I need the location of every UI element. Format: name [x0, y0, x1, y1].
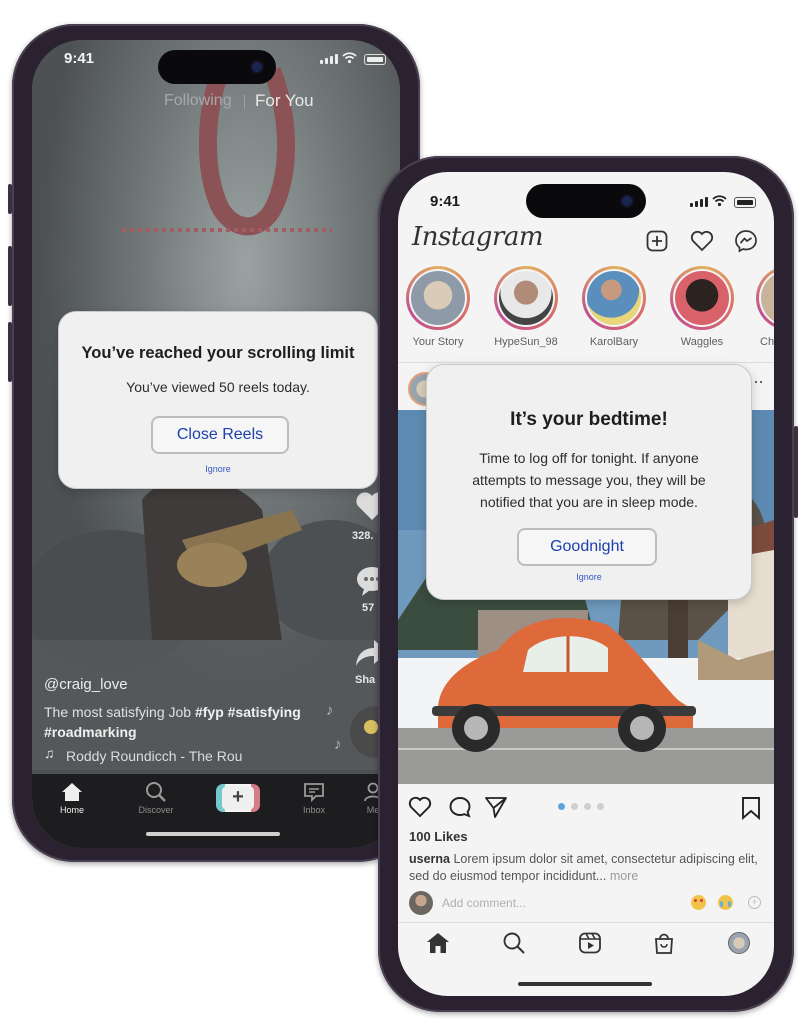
like-count: 328. — [352, 530, 374, 542]
send-icon[interactable] — [484, 796, 508, 818]
tiktok-phone: 9:41 Following For You 328. 57 Sha @crai… — [8, 24, 420, 862]
nav-home[interactable]: Home — [52, 782, 92, 815]
story-avatar — [587, 271, 641, 325]
goodnight-button[interactable]: Goodnight — [517, 528, 657, 566]
stories-divider — [398, 362, 774, 363]
plus-icon: + — [222, 786, 254, 810]
signal-icon — [690, 197, 708, 207]
status-time: 9:41 — [430, 193, 461, 210]
floating-note-icon: ♪ — [326, 702, 334, 719]
search-icon — [146, 782, 166, 802]
carousel-dot — [571, 803, 578, 810]
heart-eyes-emoji-icon[interactable] — [691, 895, 706, 910]
dialog-message: Time to log off for tonight. If anyone a… — [472, 450, 706, 510]
comment-avatar — [409, 891, 433, 915]
story-hypesun[interactable]: HypeSun_98 — [492, 266, 560, 348]
music-title[interactable]: Roddy Roundicch - The Rou — [66, 748, 242, 764]
story-avatar — [499, 271, 553, 325]
dynamic-island — [526, 184, 646, 218]
caption-hashtag-2[interactable]: #roadmarking — [44, 724, 137, 740]
story-avatar — [411, 271, 465, 325]
create-button[interactable]: + — [216, 784, 260, 812]
side-button — [8, 184, 12, 214]
floating-note-icon: ♪ — [334, 736, 342, 753]
side-button — [794, 426, 798, 518]
comment-icon[interactable] — [448, 796, 472, 818]
bedtime-dialog: It’s your bedtime! Time to log off for t… — [426, 364, 752, 600]
ignore-link[interactable]: Ignore — [59, 464, 377, 474]
new-post-icon[interactable] — [646, 230, 668, 252]
carousel-indicator — [558, 803, 604, 810]
home-indicator — [146, 832, 280, 836]
caption-username[interactable]: userna — [409, 852, 450, 866]
video-username[interactable]: @craig_love — [44, 676, 128, 693]
battery-icon — [364, 54, 386, 65]
profile-avatar[interactable] — [728, 932, 750, 954]
nav-inbox[interactable]: Inbox — [294, 782, 334, 815]
caption-text: Lorem ipsum dolor sit amet, consectetur … — [409, 852, 758, 883]
heart-icon[interactable] — [690, 230, 714, 252]
battery-icon — [734, 197, 756, 208]
wifi-icon — [342, 52, 357, 64]
dialog-message: You’ve viewed 50 reels today. — [126, 379, 310, 395]
tab-following[interactable]: Following — [164, 92, 232, 110]
music-note-icon: ♫ — [44, 745, 55, 761]
story-your-story[interactable]: Your Story — [404, 266, 472, 348]
home-indicator — [518, 982, 652, 986]
comment-input[interactable]: Add comment... — [442, 896, 526, 910]
share-label: Sha — [355, 674, 376, 686]
story-avatar — [761, 271, 774, 325]
search-icon[interactable] — [502, 932, 526, 954]
scrolling-limit-dialog: You’ve reached your scrolling limit You’… — [58, 311, 378, 489]
likes-count[interactable]: 100 Likes — [409, 829, 468, 844]
tab-for-you[interactable]: For You — [255, 91, 314, 111]
home-icon[interactable] — [426, 932, 450, 954]
side-button — [8, 322, 12, 382]
tab-divider — [244, 95, 245, 109]
video-caption: The most satisfying Job #fyp #satisfying… — [44, 702, 344, 742]
bookmark-icon[interactable] — [740, 796, 762, 820]
nav-discover[interactable]: Discover — [130, 782, 182, 815]
caption-hashtags[interactable]: #fyp #satisfying — [195, 704, 301, 720]
story-karolbary[interactable]: KarolBary — [580, 266, 648, 348]
tiktok-bottom-nav: Home Discover + Inbox Me — [32, 774, 400, 848]
inbox-icon — [304, 783, 324, 802]
carousel-dot — [558, 803, 565, 810]
messenger-icon[interactable] — [734, 229, 758, 253]
status-time: 9:41 — [64, 50, 95, 67]
ignore-link[interactable]: Ignore — [427, 572, 751, 582]
side-button — [8, 246, 12, 306]
signal-icon — [320, 54, 338, 64]
shop-icon[interactable] — [652, 932, 676, 954]
caption-more-link[interactable]: more — [606, 869, 638, 883]
dialog-title: It’s your bedtime! — [510, 409, 668, 430]
reels-icon[interactable] — [578, 932, 602, 954]
carousel-dot — [584, 803, 591, 810]
instagram-phone: 9:41 Instagram Your Story HypeSun_98 Kar… — [378, 156, 798, 1012]
instagram-logo: Instagram — [412, 222, 544, 252]
comment-count: 57 — [362, 602, 375, 614]
home-icon — [62, 783, 82, 801]
story-waggles[interactable]: Waggles — [668, 266, 736, 348]
dynamic-island — [158, 50, 276, 84]
close-reels-button[interactable]: Close Reels — [151, 416, 289, 454]
story-partial[interactable]: Ch — [754, 266, 774, 348]
story-avatar — [675, 271, 729, 325]
wifi-icon — [712, 195, 727, 207]
add-emoji-icon[interactable]: + — [748, 896, 761, 909]
dialog-title: You’ve reached your scrolling limit — [81, 344, 355, 362]
crying-emoji-icon[interactable] — [718, 895, 733, 910]
like-icon[interactable] — [408, 796, 432, 818]
carousel-dot — [597, 803, 604, 810]
bottom-nav-divider — [398, 922, 774, 923]
caption-text: The most satisfying Job — [44, 704, 195, 720]
post-caption: userna Lorem ipsum dolor sit amet, conse… — [409, 851, 759, 885]
